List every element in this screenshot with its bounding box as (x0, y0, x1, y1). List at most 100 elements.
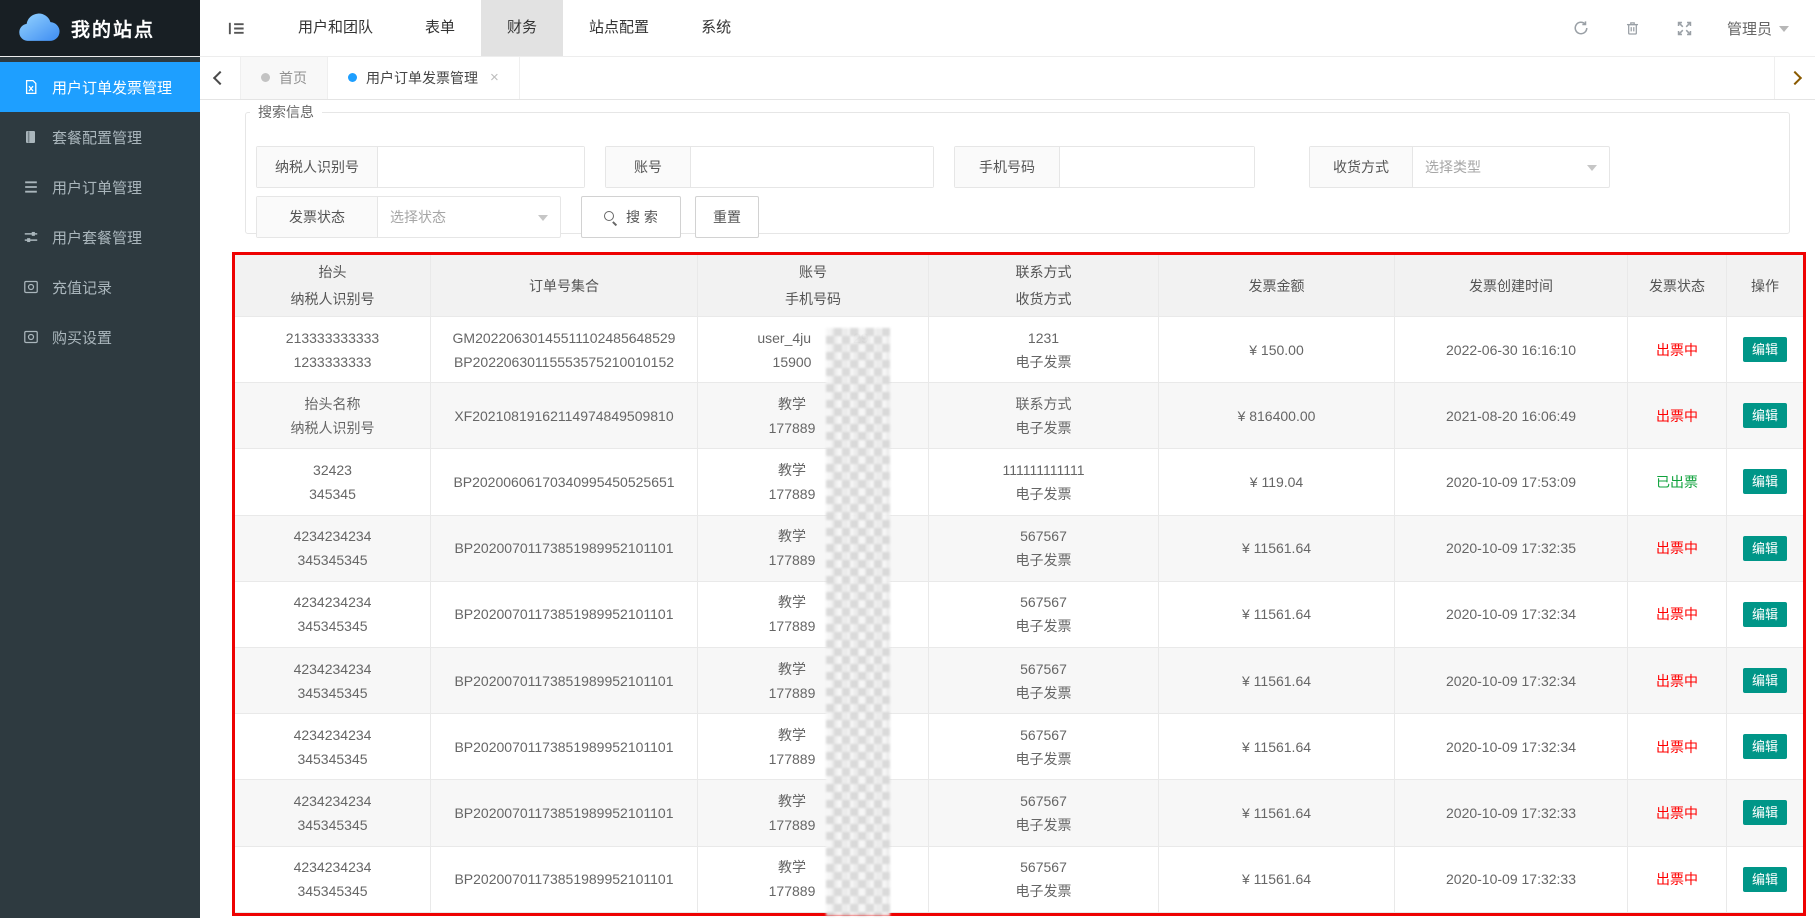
cell-invoice-status: 出票中 (1628, 648, 1727, 714)
search-button[interactable]: 搜 索 (581, 196, 681, 238)
nav-item-site-config[interactable]: 站点配置 (563, 0, 675, 56)
table-header-cell: 操作 (1727, 255, 1803, 317)
tab-close-icon[interactable]: × (490, 70, 499, 85)
refresh-icon[interactable] (1571, 18, 1591, 38)
cell-actions: 编辑 (1727, 317, 1803, 383)
cloud-logo-icon (16, 13, 60, 43)
top-header: 我的站点 用户和团队 表单 财务 站点配置 系统 (0, 0, 1815, 57)
edit-button[interactable]: 编辑 (1743, 668, 1787, 693)
sidebar-item-recharge-records[interactable]: 充值记录 (0, 262, 200, 312)
cell-actions: 编辑 (1727, 516, 1803, 582)
chevron-down-icon (1779, 26, 1789, 37)
delivery-type-select[interactable]: 选择类型 (1413, 147, 1609, 187)
sidebar-collapse-icon[interactable] (200, 0, 272, 56)
cell-invoice-amount: ¥ 150.00 (1159, 317, 1395, 383)
edit-button[interactable]: 编辑 (1743, 403, 1787, 428)
redaction-mosaic-overlay (826, 328, 890, 916)
edit-button[interactable]: 编辑 (1743, 734, 1787, 759)
cell-invoice-status: 出票中 (1628, 582, 1727, 648)
edit-button[interactable]: 编辑 (1743, 867, 1787, 892)
clear-cache-trash-icon[interactable] (1623, 18, 1643, 38)
cell-invoice-status: 出票中 (1628, 714, 1727, 780)
phone-label: 手机号码 (955, 147, 1060, 187)
search-button-label: 搜 索 (626, 207, 658, 227)
edit-button[interactable]: 编辑 (1743, 800, 1787, 825)
sidebar-item-user-orders[interactable]: 用户订单管理 (0, 162, 200, 212)
app-window: 我的站点 用户和团队 表单 财务 站点配置 系统 (0, 0, 1815, 918)
invoice-status-label: 发票状态 (257, 197, 378, 237)
table-row: 4234234234 345345345 BP20200701173851989… (235, 582, 1803, 648)
tab-user-order-invoice[interactable]: 用户订单发票管理 × (328, 56, 520, 99)
phone-input[interactable] (1060, 147, 1254, 187)
cell-contact-delivery: 111111111111 电子发票 (929, 449, 1159, 515)
tab-bar: 首页 用户订单发票管理 × (200, 56, 1815, 100)
nav-item-users-teams[interactable]: 用户和团队 (272, 0, 399, 56)
cell-order-numbers: GM20220630145511102485648529 BP202206301… (431, 317, 698, 383)
account-label: 账号 (606, 147, 691, 187)
delivery-select-placeholder: 选择类型 (1425, 157, 1481, 177)
table-header-cell: 抬头 纳税人识别号 (235, 255, 431, 317)
status-badge: 出票中 (1656, 607, 1698, 621)
cell-order-numbers: BP20200701173851989952101101 (431, 847, 698, 913)
status-badge: 出票中 (1656, 872, 1698, 886)
table-row: 4234234234 345345345 BP20200701173851989… (235, 648, 1803, 714)
account-input[interactable] (691, 147, 933, 187)
cell-title-taxid: 213333333333 1233333333 (235, 317, 431, 383)
table-header-row: 抬头 纳税人识别号 订单号集合 账号 手机号码 联系方式 (235, 255, 1803, 317)
fullscreen-icon[interactable] (1675, 18, 1695, 38)
edit-button[interactable]: 编辑 (1743, 337, 1787, 362)
edit-button[interactable]: 编辑 (1743, 602, 1787, 627)
status-badge: 已出票 (1656, 475, 1698, 489)
cell-invoice-amount: ¥ 816400.00 (1159, 383, 1395, 449)
cell-created-time: 2022-06-30 16:16:10 (1395, 317, 1628, 383)
cell-order-numbers: BP20200701173851989952101101 (431, 648, 698, 714)
cell-contact-delivery: 联系方式 电子发票 (929, 383, 1159, 449)
tabs-scroll-left-button[interactable] (200, 56, 241, 99)
reset-button-label: 重置 (713, 207, 741, 227)
cell-account-phone: 教学 177889 (698, 648, 929, 714)
cell-account-phone: 教学 177889 (698, 516, 929, 582)
edit-button[interactable]: 编辑 (1743, 469, 1787, 494)
cell-title-taxid: 4234234234 345345345 (235, 714, 431, 780)
search-row-1: 纳税人识别号 账号 手机号码 收货方式 选择类型 (256, 146, 1610, 188)
search-icon (604, 211, 617, 224)
table-row: 抬头名称 纳税人识别号 XF20210819162114974849509810… (235, 383, 1803, 449)
invoice-file-icon (22, 79, 39, 96)
cell-order-numbers: BP20200701173851989952101101 (431, 582, 698, 648)
cell-invoice-amount: ¥ 11561.64 (1159, 714, 1395, 780)
cell-order-numbers: BP20200701173851989952101101 (431, 780, 698, 846)
table-header-cell: 联系方式 收货方式 (929, 255, 1159, 317)
cell-order-numbers: BP20200606170340995450525651 (431, 449, 698, 515)
edit-button[interactable]: 编辑 (1743, 536, 1787, 561)
package-icon (22, 129, 39, 146)
status-badge: 出票中 (1656, 740, 1698, 754)
search-panel-legend: 搜索信息 (250, 102, 322, 122)
reset-button[interactable]: 重置 (695, 196, 759, 238)
table-row: 213333333333 1233333333 GM20220630145511… (235, 317, 1803, 383)
taxid-input[interactable] (378, 147, 584, 187)
invoice-status-select[interactable]: 选择状态 (378, 197, 560, 237)
cell-invoice-amount: ¥ 11561.64 (1159, 582, 1395, 648)
tab-home[interactable]: 首页 (241, 56, 328, 99)
sidebar-item-package-config[interactable]: 套餐配置管理 (0, 112, 200, 162)
cell-contact-delivery: 567567 电子发票 (929, 780, 1159, 846)
cell-invoice-status: 出票中 (1628, 383, 1727, 449)
purchase-icon (22, 329, 39, 346)
nav-item-finance[interactable]: 财务 (481, 0, 563, 56)
sidebar-item-purchase-settings[interactable]: 购买设置 (0, 312, 200, 362)
user-menu[interactable]: 管理员 (1727, 18, 1789, 39)
tabs-scroll-right-button[interactable] (1774, 56, 1815, 99)
sidebar-item-label: 用户订单管理 (52, 177, 142, 198)
cell-order-numbers: BP20200701173851989952101101 (431, 516, 698, 582)
cell-invoice-amount: ¥ 11561.64 (1159, 516, 1395, 582)
taxid-label: 纳税人识别号 (257, 147, 378, 187)
cell-contact-delivery: 1231 电子发票 (929, 317, 1159, 383)
sidebar-item-user-order-invoice[interactable]: 用户订单发票管理 (0, 62, 200, 112)
nav-item-system[interactable]: 系统 (675, 0, 757, 56)
cell-actions: 编辑 (1727, 383, 1803, 449)
cell-account-phone: 教学 177889 (698, 449, 929, 515)
delivery-label: 收货方式 (1310, 147, 1413, 187)
nav-item-forms[interactable]: 表单 (399, 0, 481, 56)
cell-invoice-status: 出票中 (1628, 317, 1727, 383)
sidebar-item-user-packages[interactable]: 用户套餐管理 (0, 212, 200, 262)
